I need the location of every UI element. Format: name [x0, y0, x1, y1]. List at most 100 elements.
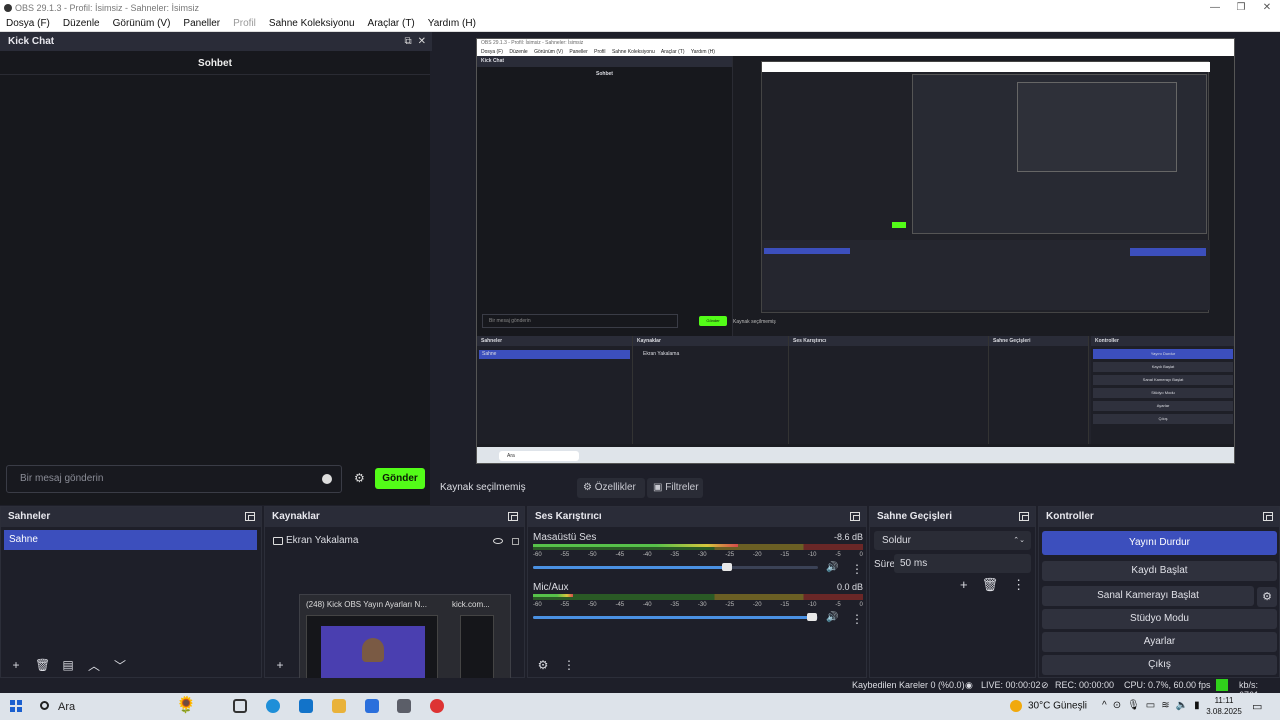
gear-icon[interactable]: ⚙ — [354, 471, 365, 485]
undock-icon[interactable] — [850, 512, 860, 521]
transitions-dock: Sahne Geçişleri Soldur ⌃⌄ Süre 50 ms + 🗑… — [869, 506, 1036, 678]
menu-tools[interactable]: Araçlar (T) — [368, 18, 415, 29]
slider-knob[interactable] — [807, 613, 818, 621]
dock-header: Kontroller — [1039, 507, 1279, 527]
menu-view[interactable]: Görünüm (V) — [113, 18, 171, 29]
clock[interactable]: 11:11 3.08.2025 — [1206, 695, 1242, 717]
windows-start-icon[interactable] — [10, 700, 22, 712]
preview-control: Ayarlar — [1093, 401, 1233, 411]
chevron-up-icon[interactable]: ︿ — [87, 657, 101, 674]
speaker-icon[interactable]: 🔊 — [826, 562, 838, 573]
emoji-icon[interactable] — [322, 474, 332, 484]
mic-icon[interactable]: 🎙 — [1127, 700, 1146, 711]
start-virtual-camera-button[interactable]: Sanal Kamerayı Başlat — [1042, 586, 1254, 606]
chevron-up-icon[interactable]: ^ — [1102, 700, 1113, 711]
preview-dock-title: Ses Karıştırıcı — [789, 336, 988, 346]
thumbnail-title[interactable]: (248) Kick OBS Yayın Ayarları N... — [306, 600, 446, 609]
add-icon[interactable]: + — [960, 577, 968, 593]
network-icon[interactable]: ≋ — [1161, 700, 1175, 711]
source-label: Ekran Yakalama — [286, 535, 359, 546]
preview-chat-tab: Sohbet — [596, 71, 613, 77]
start-recording-button[interactable]: Kaydı Başlat — [1042, 561, 1277, 581]
send-button[interactable]: Gönder — [375, 468, 425, 489]
preview-menu-item: Araçlar (T) — [660, 49, 685, 55]
thumbnail-preview[interactable] — [306, 615, 438, 687]
menu-file[interactable]: Dosya (F) — [6, 18, 50, 29]
chat-message-input[interactable]: Bir mesaj gönderin — [6, 465, 342, 493]
preview-dock-title: Sahne Geçişleri — [989, 336, 1088, 346]
slider-fill — [533, 566, 727, 569]
menu-docks[interactable]: Paneller — [183, 18, 220, 29]
source-item[interactable]: Ekran Yakalama — [271, 533, 521, 549]
menu-scene-collection[interactable]: Sahne Koleksiyonu — [269, 18, 355, 29]
lock-icon[interactable] — [512, 538, 519, 545]
chevron-updown-icon: ⌃⌄ — [1013, 537, 1025, 544]
undock-icon[interactable] — [508, 512, 518, 521]
filters-button[interactable]: ▣ Filtreler — [647, 478, 703, 498]
input-placeholder: Bir mesaj gönderin — [20, 473, 104, 484]
more-options-icon[interactable]: ⋮ — [851, 562, 863, 576]
volume-icon[interactable]: 🔈 — [1176, 700, 1194, 711]
display-icon[interactable]: ▭ — [1146, 700, 1161, 711]
scene-item[interactable]: Sahne — [4, 530, 257, 550]
volume-slider[interactable] — [533, 613, 818, 621]
trash-icon[interactable]: 🗑 — [982, 577, 999, 593]
obs-icon[interactable] — [397, 699, 411, 713]
tray-app-icon[interactable]: ⊙ — [1113, 700, 1127, 711]
dock-header: Kick Chat ⧉ ✕ — [0, 32, 432, 51]
close-icon[interactable]: ✕ — [418, 36, 426, 47]
undock-icon[interactable] — [1263, 512, 1273, 521]
close-button[interactable]: ✕ — [1254, 0, 1280, 15]
battery-icon[interactable]: ▮ — [1194, 700, 1206, 711]
settings-button[interactable]: Ayarlar — [1042, 632, 1277, 652]
gear-icon[interactable]: ⚙ — [1257, 587, 1277, 607]
thumbnail-preview[interactable] — [460, 615, 494, 687]
scale-tick: -50 — [587, 602, 597, 608]
trash-icon[interactable]: 🗑 — [35, 658, 50, 672]
minimize-button[interactable]: — — [1202, 0, 1228, 15]
speaker-icon[interactable]: 🔊 — [826, 612, 838, 623]
eye-icon[interactable] — [493, 538, 503, 544]
more-options-icon[interactable]: ⋮ — [1012, 577, 1025, 593]
duration-value: 50 ms — [900, 558, 928, 569]
preview-search: Ara — [499, 451, 579, 461]
chat-tab[interactable]: Sohbet — [0, 51, 430, 75]
dock-title: Sahne Geçişleri — [877, 511, 953, 522]
transition-select[interactable]: Soldur ⌃⌄ — [874, 531, 1031, 550]
volume-slider[interactable] — [533, 563, 818, 571]
outlook-icon[interactable] — [299, 699, 313, 713]
undock-icon[interactable] — [1019, 512, 1029, 521]
gear-icon[interactable]: ⚙ — [536, 658, 550, 672]
stop-streaming-button[interactable]: Yayını Durdur — [1042, 531, 1277, 555]
filter-icon[interactable]: ▤ — [61, 658, 75, 672]
preview-control: Çıkış — [1093, 414, 1233, 424]
menu-edit[interactable]: Düzenle — [63, 18, 100, 29]
slider-knob[interactable] — [721, 563, 732, 571]
more-options-icon[interactable]: ⋮ — [562, 658, 576, 672]
properties-button[interactable]: ⚙ Özellikler — [577, 478, 645, 498]
menu-profile[interactable]: Profil — [233, 18, 256, 29]
scale-tick: -20 — [752, 602, 762, 608]
store-icon[interactable] — [365, 699, 379, 713]
task-view-icon[interactable] — [233, 699, 247, 713]
notification-icon[interactable]: ▭ — [1252, 700, 1262, 713]
taskbar-search[interactable]: Ara — [36, 697, 226, 717]
weather-widget[interactable]: 30°C Güneşli — [1010, 700, 1087, 712]
dock-title: Sahneler — [8, 511, 51, 522]
maximize-button[interactable]: ❐ — [1228, 0, 1254, 15]
undock-icon[interactable] — [245, 512, 255, 521]
exit-button[interactable]: Çıkış — [1042, 655, 1277, 675]
studio-mode-button[interactable]: Stüdyo Modu — [1042, 609, 1277, 629]
thumbnail-title[interactable]: kick.com... — [452, 600, 490, 609]
more-options-icon[interactable]: ⋮ — [851, 612, 863, 626]
file-explorer-icon[interactable] — [332, 699, 346, 713]
add-icon[interactable]: + — [273, 658, 287, 672]
duration-input[interactable]: 50 ms — [894, 554, 1031, 573]
preview-canvas[interactable]: OBS 29.1.3 - Profil: İsimsiz - Sahneler:… — [476, 38, 1235, 464]
add-icon[interactable]: + — [9, 658, 23, 672]
chevron-down-icon[interactable]: ﹀ — [113, 657, 127, 674]
menu-help[interactable]: Yardım (H) — [428, 18, 476, 29]
chrome-icon[interactable] — [430, 699, 444, 713]
edge-icon[interactable] — [266, 699, 280, 713]
undock-icon[interactable]: ⧉ — [404, 36, 411, 47]
